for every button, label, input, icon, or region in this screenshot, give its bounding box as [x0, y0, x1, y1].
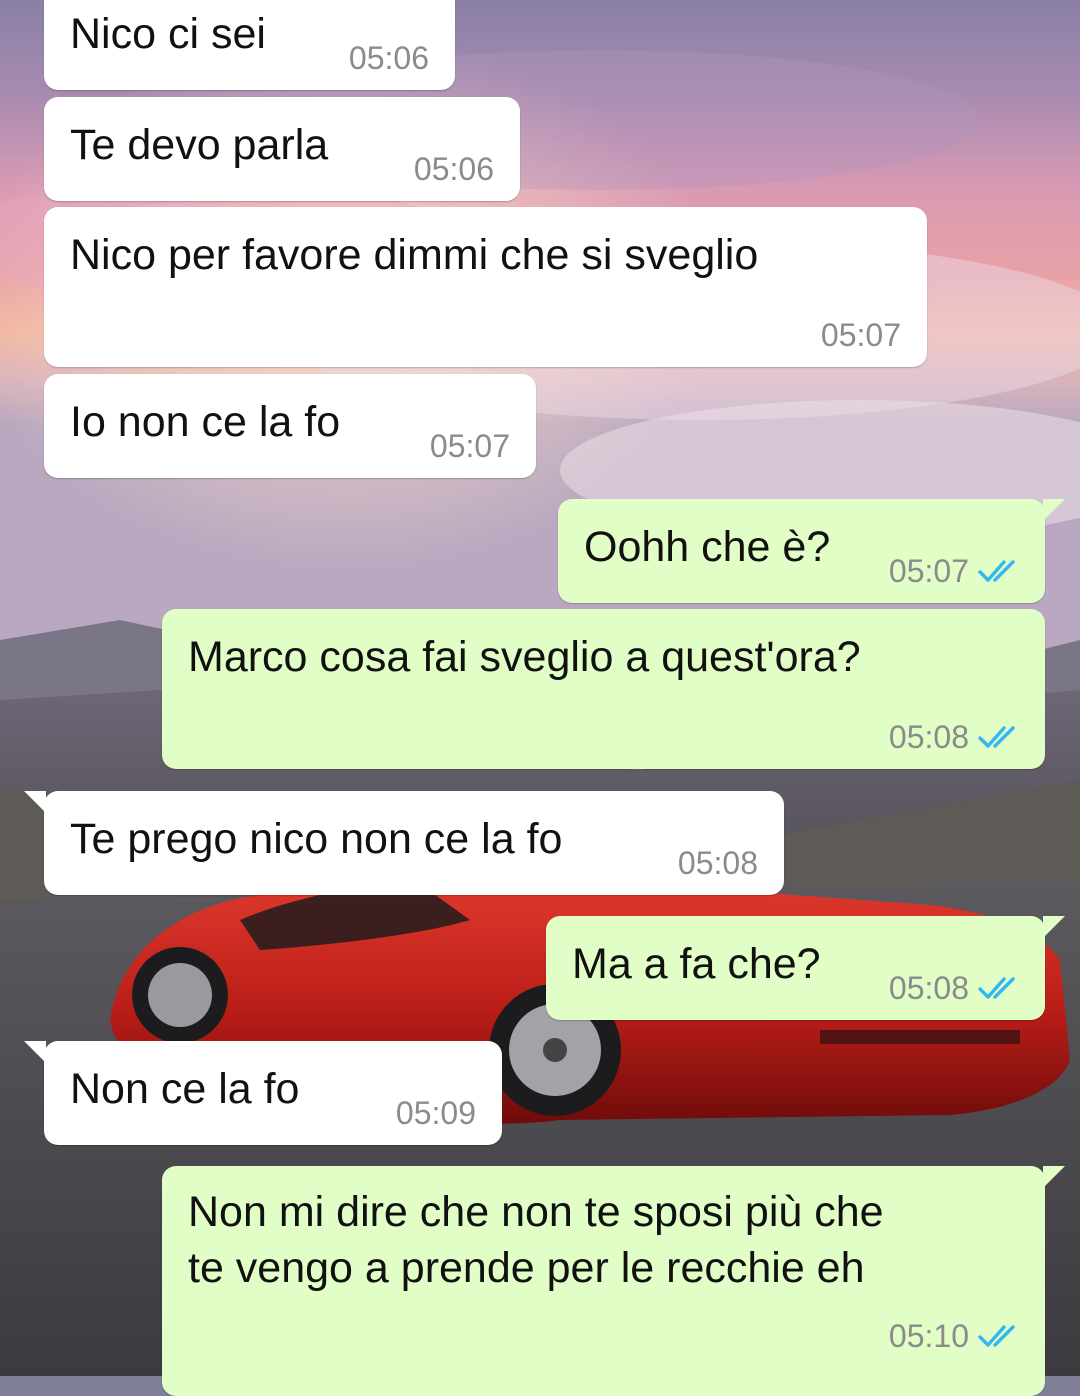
double-check-read-icon [978, 977, 1015, 999]
message-text: Te prego nico non ce la fo [70, 815, 563, 863]
message-time: 05:08 [888, 719, 969, 755]
message-meta: 05:08 [678, 845, 758, 881]
message-incoming[interactable]: Nico per favore dimmi che si sveglio 05:… [44, 207, 927, 367]
message-meta: 05:07 [821, 317, 901, 353]
message-text: Ma a fa che? [572, 940, 821, 988]
message-text: Non ce la fo [70, 1065, 300, 1113]
message-time: 05:07 [888, 553, 969, 589]
message-meta: 05:07 [889, 553, 1021, 589]
message-meta: 05:09 [396, 1095, 476, 1131]
message-incoming[interactable]: Io non ce la fo 05:07 [44, 374, 536, 478]
message-time: 05:06 [413, 151, 494, 187]
message-time: 05:08 [888, 970, 969, 1006]
message-incoming[interactable]: Te devo parla 05:06 [44, 97, 520, 201]
message-meta: 05:08 [889, 719, 1021, 755]
message-time: 05:06 [348, 40, 429, 76]
message-meta: 05:10 [889, 1318, 1021, 1354]
message-outgoing[interactable]: Oohh che è? 05:07 [558, 499, 1065, 603]
message-meta: 05:07 [430, 428, 510, 464]
message-text: Marco cosa fai sveglio a quest'ora? [188, 633, 861, 681]
message-outgoing[interactable]: Non mi dire che non te sposi più che te … [162, 1166, 1065, 1396]
message-text: Nico per favore dimmi che si sveglio [70, 231, 759, 279]
message-time: 05:07 [820, 317, 901, 353]
message-incoming[interactable]: Nico ci sei 05:06 [44, 0, 455, 90]
message-meta: 05:06 [349, 40, 429, 76]
message-text: Te devo parla [70, 121, 329, 169]
message-text: Io non ce la fo [70, 398, 341, 446]
chat-messages: Nico ci sei 05:06 Te devo parla 05:06 Ni… [0, 0, 1080, 1396]
message-text: Nico ci sei [70, 10, 266, 58]
double-check-read-icon [978, 726, 1015, 748]
message-incoming[interactable]: Non ce la fo 05:09 [24, 1041, 502, 1145]
message-time: 05:07 [429, 428, 510, 464]
double-check-read-icon [978, 560, 1015, 582]
message-outgoing[interactable]: Ma a fa che? 05:08 [546, 916, 1065, 1020]
message-incoming[interactable]: Te prego nico non ce la fo 05:08 [24, 791, 784, 895]
message-outgoing[interactable]: Marco cosa fai sveglio a quest'ora? 05:0… [162, 609, 1045, 769]
double-check-read-icon [978, 1325, 1015, 1347]
message-text: Oohh che è? [584, 523, 831, 571]
message-time: 05:10 [888, 1318, 969, 1354]
message-text: Non mi dire che non te sposi più che te … [188, 1188, 884, 1292]
message-time: 05:08 [677, 845, 758, 881]
message-meta: 05:08 [889, 970, 1021, 1006]
message-time: 05:09 [395, 1095, 476, 1131]
message-meta: 05:06 [414, 151, 494, 187]
